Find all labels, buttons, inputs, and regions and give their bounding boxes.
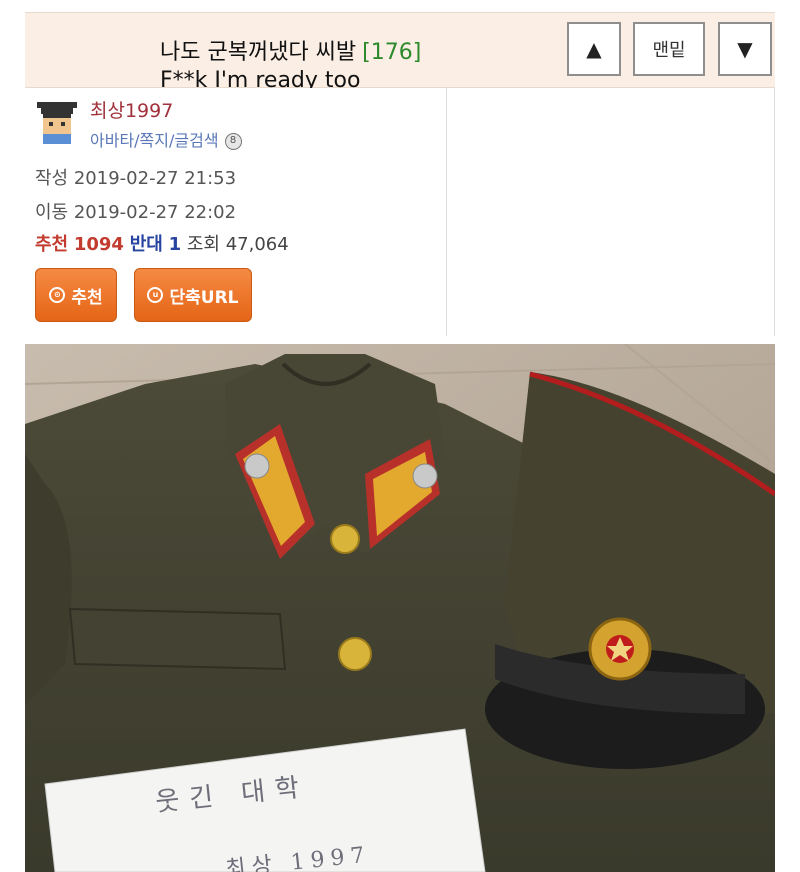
recommend-button[interactable]: ⊙ 추천 <box>35 268 117 322</box>
oppose-count: 1 <box>168 234 182 255</box>
post-title-text: 나도 군복꺼냈다 씨발 <box>160 40 357 65</box>
avatar[interactable] <box>35 98 79 146</box>
recommend-button-label: 추천 <box>71 287 103 308</box>
author-links[interactable]: 아바타/쪽지/글검색 8 <box>90 127 242 151</box>
written-date-line: 작성 2019-02-27 21:53 <box>35 164 236 190</box>
up-arrow-icon: ▲ <box>586 37 602 61</box>
author-name[interactable]: 최상1997 <box>90 96 173 123</box>
short-url-icon: u <box>147 287 164 303</box>
go-bottom-label: 맨밑 <box>652 40 686 61</box>
go-bottom-button[interactable]: 맨밑 <box>633 22 705 76</box>
post-photo[interactable]: 웃긴 대학 최상 1997 <box>25 344 775 872</box>
views-count: 47,064 <box>225 234 289 255</box>
written-label: 작성 <box>35 168 69 189</box>
uniform-photo-illustration <box>25 344 775 872</box>
author-links-text[interactable]: 아바타/쪽지/글검색 <box>90 131 219 150</box>
oppose-label: 반대 <box>129 234 163 255</box>
scroll-down-button[interactable]: ▼ <box>718 22 772 76</box>
scroll-up-button[interactable]: ▲ <box>567 22 621 76</box>
recommend-count: 1094 <box>73 234 124 255</box>
recommend-label: 추천 <box>35 234 69 255</box>
post-title: 나도 군복꺼냈다 씨발 [176] <box>160 34 421 66</box>
moved-date-line: 이동 2019-02-27 22:02 <box>35 198 236 224</box>
stats-line: 추천 1094 반대 1 조회 47,064 <box>35 230 289 256</box>
recommend-icon: ⊙ <box>49 287 66 303</box>
views-label: 조회 <box>186 234 220 255</box>
moved-label: 이동 <box>35 202 69 223</box>
short-url-button[interactable]: u 단축URL <box>134 268 252 322</box>
down-arrow-icon: ▼ <box>737 37 753 61</box>
short-url-button-label: 단축URL <box>169 287 239 308</box>
side-panel <box>446 88 775 336</box>
moved-date: 2019-02-27 22:02 <box>73 202 237 223</box>
comment-count[interactable]: [176] <box>362 40 421 65</box>
level-badge-icon: 8 <box>224 133 242 150</box>
written-date: 2019-02-27 21:53 <box>73 168 237 189</box>
